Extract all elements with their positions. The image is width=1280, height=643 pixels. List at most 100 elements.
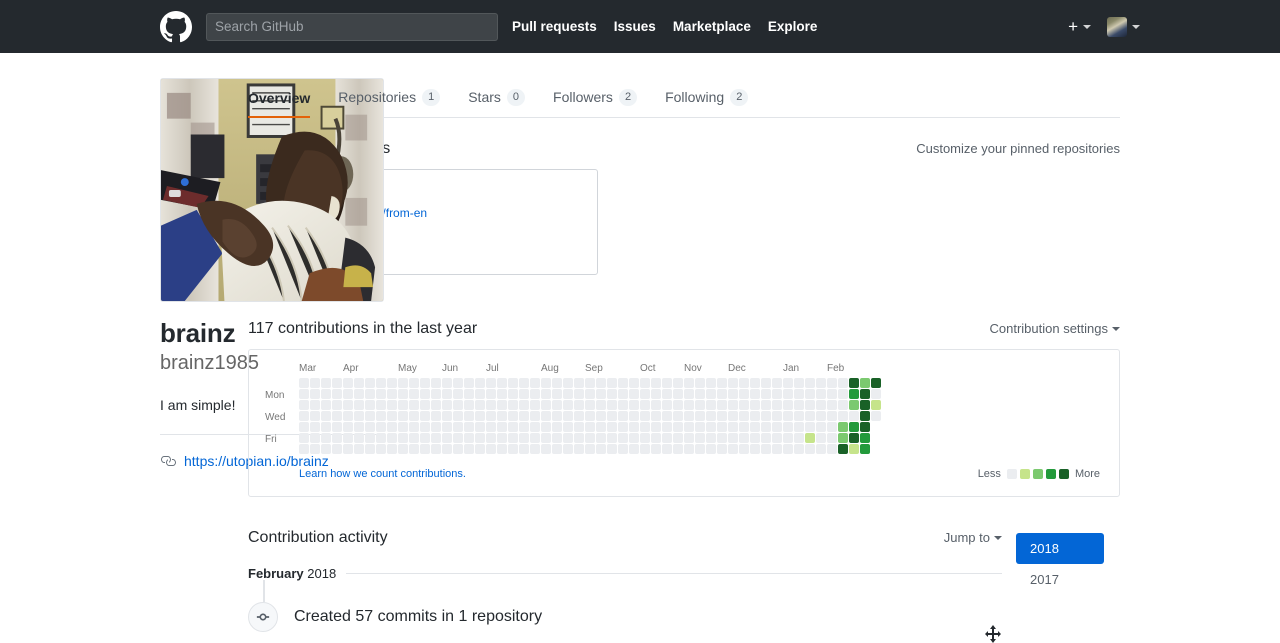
contribution-day-cell[interactable] — [310, 378, 320, 388]
contribution-day-cell[interactable] — [706, 444, 716, 454]
contribution-day-cell[interactable] — [794, 411, 804, 421]
contribution-day-cell[interactable] — [541, 411, 551, 421]
tab-followers[interactable]: Followers 2 — [539, 88, 651, 117]
contribution-day-cell[interactable] — [376, 433, 386, 443]
contribution-day-cell[interactable] — [607, 411, 617, 421]
contribution-day-cell[interactable] — [310, 400, 320, 410]
contribution-day-cell[interactable] — [607, 444, 617, 454]
contribution-day-cell[interactable] — [695, 422, 705, 432]
contribution-day-cell[interactable] — [442, 400, 452, 410]
contribution-day-cell[interactable] — [453, 389, 463, 399]
contribution-day-cell[interactable] — [376, 378, 386, 388]
contribution-day-cell[interactable] — [585, 400, 595, 410]
contribution-day-cell[interactable] — [409, 378, 419, 388]
nav-pull-requests[interactable]: Pull requests — [512, 19, 597, 34]
contribution-day-cell[interactable] — [596, 411, 606, 421]
contribution-day-cell[interactable] — [618, 422, 628, 432]
contribution-day-cell[interactable] — [310, 422, 320, 432]
contribution-day-cell[interactable] — [794, 389, 804, 399]
contribution-day-cell[interactable] — [508, 422, 518, 432]
contribution-day-cell[interactable] — [541, 400, 551, 410]
contribution-day-cell[interactable] — [739, 389, 749, 399]
contribution-day-cell[interactable] — [376, 422, 386, 432]
contribution-day-cell[interactable] — [816, 444, 826, 454]
contribution-day-cell[interactable] — [816, 433, 826, 443]
contribution-day-cell[interactable] — [596, 389, 606, 399]
contribution-day-cell[interactable] — [486, 433, 496, 443]
contribution-day-cell[interactable] — [695, 378, 705, 388]
contribution-day-cell[interactable] — [310, 433, 320, 443]
contribution-day-cell[interactable] — [673, 378, 683, 388]
contribution-day-cell[interactable] — [354, 378, 364, 388]
contribution-day-cell[interactable] — [321, 444, 331, 454]
contribution-day-cell[interactable] — [805, 411, 815, 421]
contribution-day-cell[interactable] — [871, 389, 881, 399]
contribution-day-cell[interactable] — [695, 444, 705, 454]
contribution-day-cell[interactable] — [838, 444, 848, 454]
contribution-day-cell[interactable] — [398, 400, 408, 410]
contribution-day-cell[interactable] — [387, 433, 397, 443]
contribution-day-cell[interactable] — [354, 400, 364, 410]
contribution-day-cell[interactable] — [596, 378, 606, 388]
contribution-day-cell[interactable] — [618, 378, 628, 388]
contribution-day-cell[interactable] — [497, 378, 507, 388]
contribution-day-cell[interactable] — [574, 422, 584, 432]
contribution-day-cell[interactable] — [706, 422, 716, 432]
contribution-day-cell[interactable] — [354, 433, 364, 443]
contribution-day-cell[interactable] — [365, 433, 375, 443]
contribution-day-cell[interactable] — [871, 411, 881, 421]
contribution-day-cell[interactable] — [552, 400, 562, 410]
contribution-day-cell[interactable] — [453, 411, 463, 421]
contribution-day-cell[interactable] — [838, 378, 848, 388]
contribution-day-cell[interactable] — [420, 422, 430, 432]
contribution-day-cell[interactable] — [343, 389, 353, 399]
contribution-day-cell[interactable] — [321, 433, 331, 443]
contribution-day-cell[interactable] — [651, 400, 661, 410]
contribution-day-cell[interactable] — [387, 422, 397, 432]
contribution-day-cell[interactable] — [541, 422, 551, 432]
contribution-day-cell[interactable] — [332, 422, 342, 432]
contribution-day-cell[interactable] — [420, 400, 430, 410]
contribution-day-cell[interactable] — [497, 400, 507, 410]
contribution-day-cell[interactable] — [376, 400, 386, 410]
contribution-day-cell[interactable] — [508, 411, 518, 421]
contribution-day-cell[interactable] — [662, 433, 672, 443]
contribution-day-cell[interactable] — [552, 378, 562, 388]
contribution-day-cell[interactable] — [442, 422, 452, 432]
contribution-day-cell[interactable] — [629, 411, 639, 421]
contribution-day-cell[interactable] — [772, 378, 782, 388]
contribution-day-cell[interactable] — [761, 400, 771, 410]
contribution-day-cell[interactable] — [695, 433, 705, 443]
contribution-day-cell[interactable] — [827, 444, 837, 454]
contribution-day-cell[interactable] — [332, 433, 342, 443]
tab-following[interactable]: Following 2 — [651, 88, 762, 117]
year-button-2018[interactable]: 2018 — [1016, 533, 1104, 564]
contribution-day-cell[interactable] — [398, 422, 408, 432]
contribution-day-cell[interactable] — [706, 378, 716, 388]
contribution-day-cell[interactable] — [706, 411, 716, 421]
customize-pinned-link[interactable]: Customize your pinned repositories — [916, 141, 1120, 156]
contribution-day-cell[interactable] — [530, 378, 540, 388]
contribution-day-cell[interactable] — [849, 411, 859, 421]
contribution-day-cell[interactable] — [574, 389, 584, 399]
contribution-day-cell[interactable] — [684, 422, 694, 432]
contribution-day-cell[interactable] — [739, 444, 749, 454]
contribution-day-cell[interactable] — [365, 378, 375, 388]
contribution-day-cell[interactable] — [717, 433, 727, 443]
contribution-day-cell[interactable] — [343, 378, 353, 388]
contribution-day-cell[interactable] — [354, 411, 364, 421]
contribution-day-cell[interactable] — [607, 378, 617, 388]
contribution-day-cell[interactable] — [552, 389, 562, 399]
contribution-day-cell[interactable] — [772, 422, 782, 432]
contribution-day-cell[interactable] — [420, 411, 430, 421]
contribution-day-cell[interactable] — [849, 444, 859, 454]
contribution-day-cell[interactable] — [849, 378, 859, 388]
contribution-day-cell[interactable] — [541, 433, 551, 443]
contribution-day-cell[interactable] — [409, 411, 419, 421]
contribution-day-cell[interactable] — [563, 378, 573, 388]
contribution-day-cell[interactable] — [695, 400, 705, 410]
contribution-day-cell[interactable] — [420, 389, 430, 399]
contribution-day-cell[interactable] — [618, 411, 628, 421]
contribution-day-cell[interactable] — [684, 389, 694, 399]
contribution-day-cell[interactable] — [640, 378, 650, 388]
